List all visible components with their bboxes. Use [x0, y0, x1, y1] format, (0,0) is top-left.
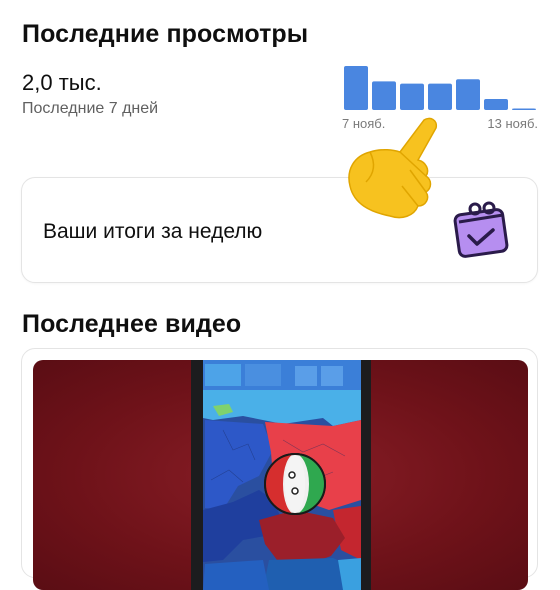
chart-bar [400, 83, 424, 110]
chart-bar [512, 108, 536, 110]
weekly-summary-label: Ваши итоги за неделю [43, 220, 263, 243]
views-count: 2,0 тыс. [22, 70, 102, 95]
chart-bar [456, 79, 480, 110]
pointing-hand-icon [348, 117, 438, 219]
weekly-summary-card[interactable]: Ваши итоги за неделю [21, 177, 538, 283]
chart-bar [428, 83, 452, 110]
views-period: Последние 7 дней [22, 100, 159, 117]
chart-bar [344, 66, 368, 110]
latest-video-title: Последнее видео [22, 310, 242, 338]
chart-bar [372, 81, 396, 110]
calendar-check-icon [453, 201, 509, 258]
map-game-thumbnail-image [191, 360, 371, 590]
latest-video-card[interactable] [21, 348, 538, 590]
recent-views-title: Последние просмотры [22, 20, 309, 48]
chart-bar [484, 99, 508, 110]
video-thumbnail[interactable] [33, 360, 528, 590]
chart-tick-label: 13 нояб. [487, 116, 538, 131]
